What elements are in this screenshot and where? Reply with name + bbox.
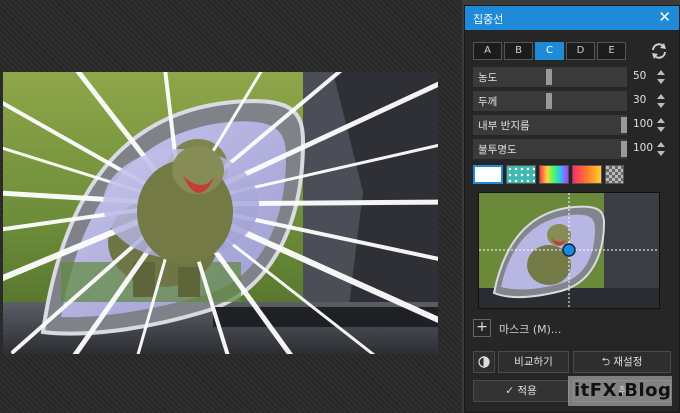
undo-arrow-icon: ⮌ [601, 356, 611, 368]
slider-label: 두께 [478, 96, 498, 108]
slider-density: 농도 50 [473, 67, 671, 87]
photo-image [3, 72, 438, 354]
concentration-lines-panel: 집중선 ✕ A B C D E 농도 50 두께 30 내부 반지름 100 불… [464, 5, 680, 413]
slider-label: 농도 [478, 72, 498, 84]
refresh-icon[interactable] [649, 41, 669, 61]
tab-e[interactable]: E [597, 42, 626, 60]
plus-icon[interactable]: + [473, 319, 491, 337]
panel-title: 집중선 [473, 13, 504, 26]
slider-label: 내부 반지름 [478, 120, 530, 132]
apply-button[interactable]: ✓ 적용 [473, 380, 569, 402]
edited-photo[interactable] [3, 72, 438, 354]
check-icon: ✓ [505, 385, 515, 397]
slider-opacity: 불투명도 100 [473, 139, 671, 159]
slider-value[interactable]: 50 [633, 70, 646, 82]
slider-thumb[interactable] [621, 141, 627, 157]
spinner-icon[interactable] [656, 140, 666, 158]
slider-track[interactable]: 농도 [473, 67, 627, 87]
close-icon[interactable]: ✕ [658, 8, 671, 26]
slider-value[interactable]: 100 [633, 142, 653, 154]
slider-track[interactable]: 내부 반지름 [473, 115, 627, 135]
slider-track[interactable]: 두께 [473, 91, 627, 111]
preview-thumbnail [479, 193, 659, 308]
swatch-checker[interactable] [605, 165, 624, 184]
reset-label: 재설정 [613, 356, 643, 368]
watermark: itFX.Blog [568, 376, 672, 406]
preset-tabs: A B C D E [473, 42, 628, 60]
swatch-white[interactable] [473, 165, 503, 184]
slider-thickness: 두께 30 [473, 91, 671, 111]
tab-a[interactable]: A [473, 42, 502, 60]
slider-label: 불투명도 [478, 144, 517, 156]
slider-track[interactable]: 불투명도 [473, 139, 627, 159]
slider-thumb[interactable] [546, 93, 552, 109]
tab-b[interactable]: B [504, 42, 533, 60]
apply-label: 적용 [517, 385, 537, 397]
swatch-warm[interactable] [572, 165, 602, 184]
canvas-area [0, 0, 462, 413]
mask-label[interactable]: 마스크 (M)... [499, 321, 561, 337]
swatch-dots[interactable] [506, 165, 536, 184]
tab-d[interactable]: D [566, 42, 595, 60]
center-handle[interactable] [562, 243, 576, 257]
swatch-rainbow[interactable] [539, 165, 569, 184]
panel-header: 집중선 ✕ [465, 6, 679, 30]
slider-value[interactable]: 30 [633, 94, 646, 106]
slider-inner-radius: 내부 반지름 100 [473, 115, 671, 135]
line-style-swatches [473, 165, 627, 184]
preview-image[interactable] [478, 192, 660, 309]
spinner-icon[interactable] [656, 68, 666, 86]
slider-thumb[interactable] [621, 117, 627, 133]
slider-thumb[interactable] [546, 69, 552, 85]
spinner-icon[interactable] [656, 116, 666, 134]
spinner-icon[interactable] [656, 92, 666, 110]
slider-value[interactable]: 100 [633, 118, 653, 130]
tab-c[interactable]: C [535, 42, 564, 60]
compare-icon[interactable] [473, 351, 495, 373]
reset-button[interactable]: ⮌ 재설정 [573, 351, 671, 373]
compare-button[interactable]: 비교하기 [498, 351, 569, 373]
